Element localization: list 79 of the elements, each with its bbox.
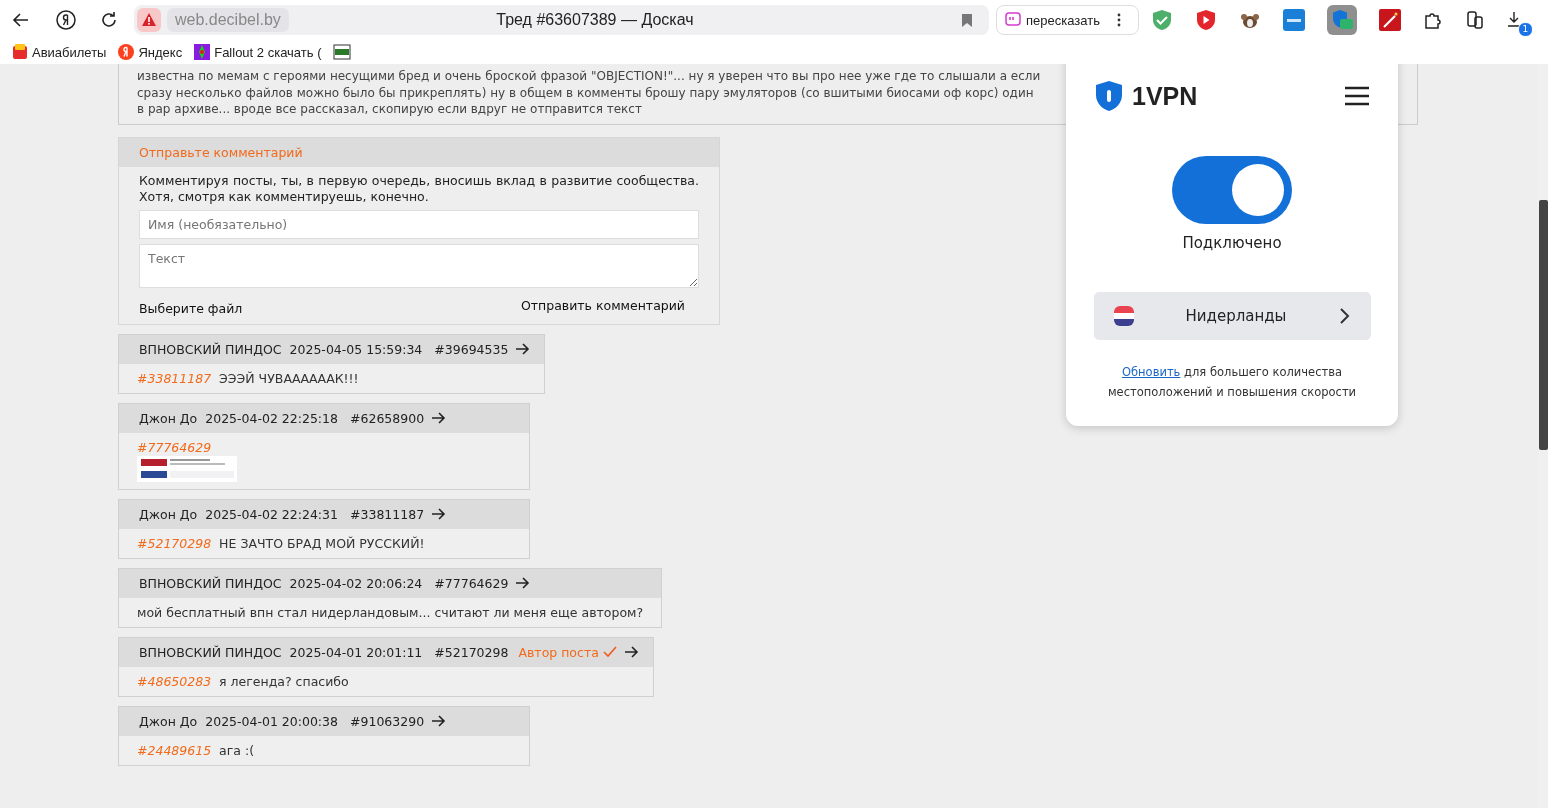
upgrade-text: Обновить для большего количества местоположений и повышения скорости — [1106, 364, 1358, 401]
bookmark-item[interactable] — [333, 44, 352, 60]
menu-icon[interactable] — [1344, 86, 1370, 106]
scrollbar-thumb[interactable] — [1539, 200, 1548, 450]
country-selector[interactable]: Нидерланды — [1093, 292, 1371, 340]
file-button[interactable]: Выберите файл — [139, 300, 243, 316]
author-label: Автор поста — [518, 644, 599, 660]
more-icon[interactable] — [1116, 13, 1121, 27]
downloads-count-badge: 1 — [1517, 22, 1533, 37]
bookmark-label: Fallout 2 скачать ( — [214, 44, 322, 60]
text-field[interactable]: Текст — [139, 243, 699, 288]
post-text-line: известна по мемам с героями несущими бред и очень броской фразой "OBJECTION!"... ну я уверен что вы про нее уже где то слышали а если — [137, 68, 1041, 85]
comment-number[interactable]: #52170298 — [434, 644, 509, 660]
retell-button[interactable]: пересказать — [996, 5, 1139, 35]
comment-author: ВПНОВСКИЙ ПИНДОС — [139, 644, 282, 660]
comment-author: Джон До — [139, 713, 198, 729]
comment-date: 2025-04-05 15:59:34 — [289, 341, 423, 357]
yandex-logo-icon[interactable] — [56, 10, 76, 30]
back-icon[interactable] — [12, 11, 30, 29]
arrow-right-icon[interactable] — [624, 646, 639, 658]
comment-text: ага :( — [219, 742, 255, 758]
address-bar[interactable]: web.decibel.by Тред #63607389 — Доскач — [134, 5, 989, 35]
comment-number[interactable]: #62658900 — [350, 410, 425, 426]
tickets-icon — [12, 44, 28, 60]
chevron-right-icon — [1338, 307, 1351, 325]
bookmark-label: Авиабилеты — [32, 44, 107, 60]
comment-author: ВПНОВСКИЙ ПИНДОС — [139, 341, 282, 357]
comment-author: Джон До — [139, 410, 198, 426]
play-shield-icon[interactable] — [1194, 9, 1217, 31]
bookmark-icon[interactable] — [961, 12, 973, 28]
bookmark-item[interactable]: Яндекс — [118, 44, 183, 60]
arrow-right-icon[interactable] — [432, 508, 447, 520]
comment-text: я легенда? спасибо — [219, 673, 349, 689]
arrow-right-icon[interactable] — [432, 412, 447, 424]
upgrade-link[interactable]: Обновить — [1121, 365, 1181, 379]
yandex-logo-icon — [118, 44, 135, 60]
brand-name: 1VPN — [1132, 81, 1198, 111]
form-intro-text: Комментируя посты, ты, в первую очередь, вносишь вклад в развитие сообщества. Хотя, смотря как комментируешь, конечно. — [139, 172, 699, 205]
comment-text: мой бесплатный впн стал нидерландовым... считают ли меня еще автором? — [137, 604, 644, 620]
bookmark-label: Яндекс — [138, 44, 183, 60]
post-text-line: сразу несколько файлов можно было бы прикреплять) ну в общем в комменты брошу пару эмуляторов (со вшитыми биосами оф корс) один — [137, 84, 1034, 101]
game-icon — [194, 44, 211, 60]
page-title: Тред #63607389 — Доскач — [495, 11, 695, 29]
comment-date: 2025-04-02 22:24:31 — [205, 506, 338, 522]
connection-status: Подключено — [1182, 234, 1282, 252]
shield-icon — [1094, 80, 1124, 112]
flag-icon — [1113, 306, 1134, 326]
comment-number[interactable]: #33811187 — [350, 506, 425, 522]
form-title: Отправьте комментарий — [119, 137, 719, 167]
arrow-right-icon[interactable] — [432, 715, 447, 727]
comment-date: 2025-04-01 20:01:11 — [289, 644, 423, 660]
quote-bubble-icon — [1005, 12, 1021, 28]
comment-author: Джон До — [139, 506, 198, 522]
bookmark-item[interactable]: Авиабилеты — [12, 44, 107, 60]
comment-number[interactable]: #91063290 — [350, 713, 425, 729]
comment-date: 2025-04-02 20:06:24 — [289, 575, 423, 591]
submit-button[interactable]: Отправить комментарий — [520, 295, 685, 316]
magic-wand-icon[interactable] — [1378, 9, 1401, 31]
comment-text: НЕ ЗАЧТО БРАД МОЙ РУССКИЙ! — [219, 535, 425, 551]
reload-icon[interactable] — [100, 11, 118, 29]
shield-check-icon[interactable] — [1150, 9, 1173, 31]
post-text-line: в рар архиве... вроде все рассказал, скопирую если вдруг не отправится текст — [137, 101, 642, 118]
comment-date: 2025-04-02 22:25:18 — [205, 410, 338, 426]
puzzle-icon[interactable] — [1422, 10, 1443, 30]
comment-text: ЭЭЭЙ ЧУВААААААК!!! — [219, 370, 359, 386]
bookmark-item[interactable]: Fallout 2 скачать ( — [194, 44, 322, 60]
check-icon — [602, 646, 617, 658]
gif-icon — [333, 44, 352, 60]
name-field[interactable]: Имя (необязательно) — [139, 209, 699, 239]
arrow-right-icon[interactable] — [516, 343, 531, 355]
comment-number[interactable]: #77764629 — [434, 575, 509, 591]
sidebar-panel-icon[interactable] — [1464, 10, 1485, 30]
vpn-extension-button[interactable] — [1326, 5, 1357, 35]
arrow-right-icon[interactable] — [516, 577, 531, 589]
warning-icon[interactable] — [137, 8, 161, 32]
app-tile-icon[interactable] — [1282, 9, 1305, 31]
comment-number[interactable]: #39694535 — [434, 341, 509, 357]
comment-date: 2025-04-01 20:00:38 — [205, 713, 338, 729]
comment-author: ВПНОВСКИЙ ПИНДОС — [139, 575, 282, 591]
